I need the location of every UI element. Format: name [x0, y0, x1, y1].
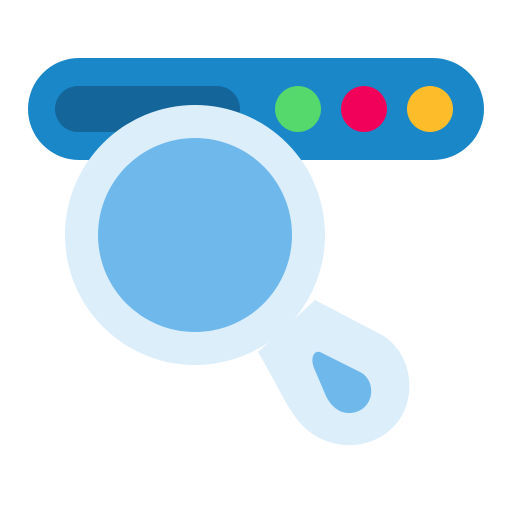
window-dot-red: [341, 86, 387, 132]
window-dot-green: [275, 86, 321, 132]
web-search-icon-svg: [28, 58, 484, 446]
magnifier-lens: [98, 138, 292, 332]
window-dot-yellow: [407, 86, 453, 132]
web-search-icon: [0, 0, 512, 512]
